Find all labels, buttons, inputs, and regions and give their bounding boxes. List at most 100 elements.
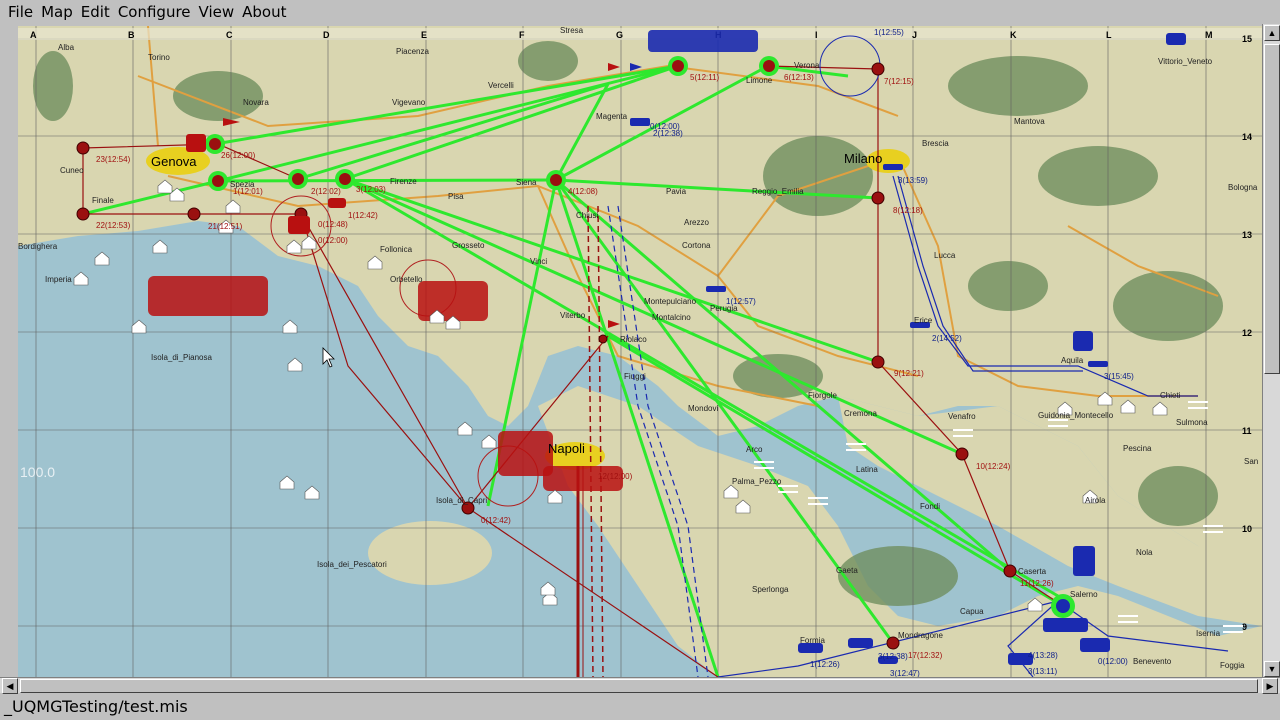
- map-label: 22(12:53): [96, 221, 131, 230]
- col-label-f: F: [519, 30, 525, 40]
- map-label: Firenze: [390, 177, 417, 186]
- forest: [1038, 146, 1158, 206]
- col-label-l: L: [1106, 30, 1112, 40]
- map-label: 3(12:03): [356, 185, 386, 194]
- city-label-milano: Milano: [844, 151, 882, 166]
- map-label: 10(12:24): [976, 462, 1011, 471]
- map-label: 0(12:00): [1098, 657, 1128, 666]
- vertical-scrollbar[interactable]: ▲ ▼: [1262, 24, 1280, 678]
- menu-edit[interactable]: Edit: [77, 0, 114, 24]
- map-label: Alba: [58, 43, 75, 52]
- map-label: 4(12:08): [568, 187, 598, 196]
- map-label: Orbetello: [390, 275, 423, 284]
- map-label: Brescia: [922, 139, 949, 148]
- map-label: Erice: [914, 316, 933, 325]
- map-label: 0(12:00): [318, 236, 348, 245]
- map-label: Montalcino: [652, 313, 691, 322]
- map-label: Isola_di_Pianosa: [151, 353, 212, 362]
- col-label-d: D: [323, 30, 330, 40]
- menu-configure[interactable]: Configure: [114, 0, 195, 24]
- map-label: Fiuggi: [624, 372, 646, 381]
- map-label: Pisa: [448, 192, 464, 201]
- map-label: 1(12:42): [348, 211, 378, 220]
- map-label: Formia: [800, 636, 825, 645]
- map-label: 7(12:15): [884, 77, 914, 86]
- scale-label: 100.0: [20, 464, 55, 480]
- map-label: Viterbo: [560, 311, 586, 320]
- col-label-e: E: [421, 30, 427, 40]
- map-label: 3(15:45): [1104, 372, 1134, 381]
- map-label: 6(12:13): [784, 73, 814, 82]
- menu-about[interactable]: About: [238, 0, 290, 24]
- map-label: Caserta: [1018, 567, 1047, 576]
- menu-view[interactable]: View: [195, 0, 239, 24]
- map-label: Piacenza: [396, 47, 429, 56]
- map-label: 5(12:11): [690, 73, 720, 82]
- col-label-j: J: [912, 30, 917, 40]
- map-label: Arco: [746, 445, 763, 454]
- map-label: 3(13:59): [898, 176, 928, 185]
- map-label: Arezzo: [684, 218, 709, 227]
- forest: [518, 41, 578, 81]
- map-label: Benevento: [1133, 657, 1172, 666]
- city-label-genova: Genova: [151, 154, 197, 169]
- map-label: Fiorgole: [808, 391, 837, 400]
- map-label: 0(12:00): [650, 122, 680, 131]
- col-label-i: I: [815, 30, 818, 40]
- horizontal-scroll-thumb[interactable]: [20, 679, 1258, 693]
- map-label: San: [1244, 457, 1258, 466]
- map-label: Reggio_Emilia: [752, 187, 804, 196]
- map-label: 1(12:01): [233, 187, 263, 196]
- row-label-12: 12: [1242, 328, 1252, 338]
- map-label: Guidonia_Montecello: [1038, 411, 1114, 420]
- map-label: Vercelli: [488, 81, 514, 90]
- map-label: 1(12:26): [810, 660, 840, 669]
- col-label-b: B: [128, 30, 135, 40]
- horizontal-scrollbar[interactable]: ◀ ▶: [0, 677, 1280, 694]
- map-label: Bologna: [1228, 183, 1258, 192]
- map-label: Follonica: [380, 245, 413, 254]
- row-label-14: 14: [1242, 132, 1252, 142]
- col-label-m: M: [1205, 30, 1213, 40]
- scroll-down-arrow-icon[interactable]: ▼: [1264, 661, 1280, 677]
- map-label: Chieti: [1160, 391, 1181, 400]
- forest: [838, 546, 958, 606]
- map-label: Chiusi: [576, 211, 598, 220]
- col-label-g: G: [616, 30, 623, 40]
- map-label: Gaeta: [836, 566, 858, 575]
- left-gutter: [0, 24, 18, 678]
- map-label: Cuneo: [60, 166, 84, 175]
- row-label-13: 13: [1242, 230, 1252, 240]
- map-label: Siena: [516, 178, 537, 187]
- map-label: Magenta: [596, 112, 628, 121]
- col-label-a: A: [30, 30, 37, 40]
- forest: [948, 56, 1088, 116]
- menu-file[interactable]: File: [4, 0, 37, 24]
- menu-map[interactable]: Map: [37, 0, 77, 24]
- scroll-up-arrow-icon[interactable]: ▲: [1264, 25, 1280, 41]
- city-label-napoli: Napoli: [548, 441, 585, 456]
- menu-bar: File Map Edit Configure View About: [0, 0, 1280, 24]
- vertical-scroll-thumb[interactable]: [1264, 44, 1280, 374]
- col-label-c: C: [226, 30, 233, 40]
- map-label: Isola_di_Capri: [436, 496, 487, 505]
- map-label: 3(13:11): [1028, 667, 1058, 676]
- map-label: Novara: [243, 98, 269, 107]
- row-label-11: 11: [1242, 426, 1252, 436]
- scroll-right-arrow-icon[interactable]: ▶: [1262, 678, 1278, 694]
- scroll-left-arrow-icon[interactable]: ◀: [2, 678, 18, 694]
- map-label: Torino: [148, 53, 170, 62]
- map-label: Pavia: [666, 187, 687, 196]
- row-label-10: 10: [1242, 524, 1252, 534]
- row-label-15: 15: [1242, 34, 1252, 44]
- map-label: 1(12:55): [874, 28, 904, 37]
- map-canvas[interactable]: A B C D E F G H I J K L M 15 14 13 12 11: [18, 26, 1262, 677]
- map-label: Finale: [92, 196, 114, 205]
- map-label: Vittorio_Veneto: [1158, 57, 1213, 66]
- map-label: Grosseto: [452, 241, 485, 250]
- map-label: 0(12:42): [481, 516, 511, 525]
- status-file-path: _UQMGTesting/test.mis: [4, 697, 188, 716]
- forest: [763, 136, 873, 216]
- map-label: Fondi: [920, 502, 940, 511]
- mission-map[interactable]: A B C D E F G H I J K L M 15 14 13 12 11: [18, 26, 1262, 677]
